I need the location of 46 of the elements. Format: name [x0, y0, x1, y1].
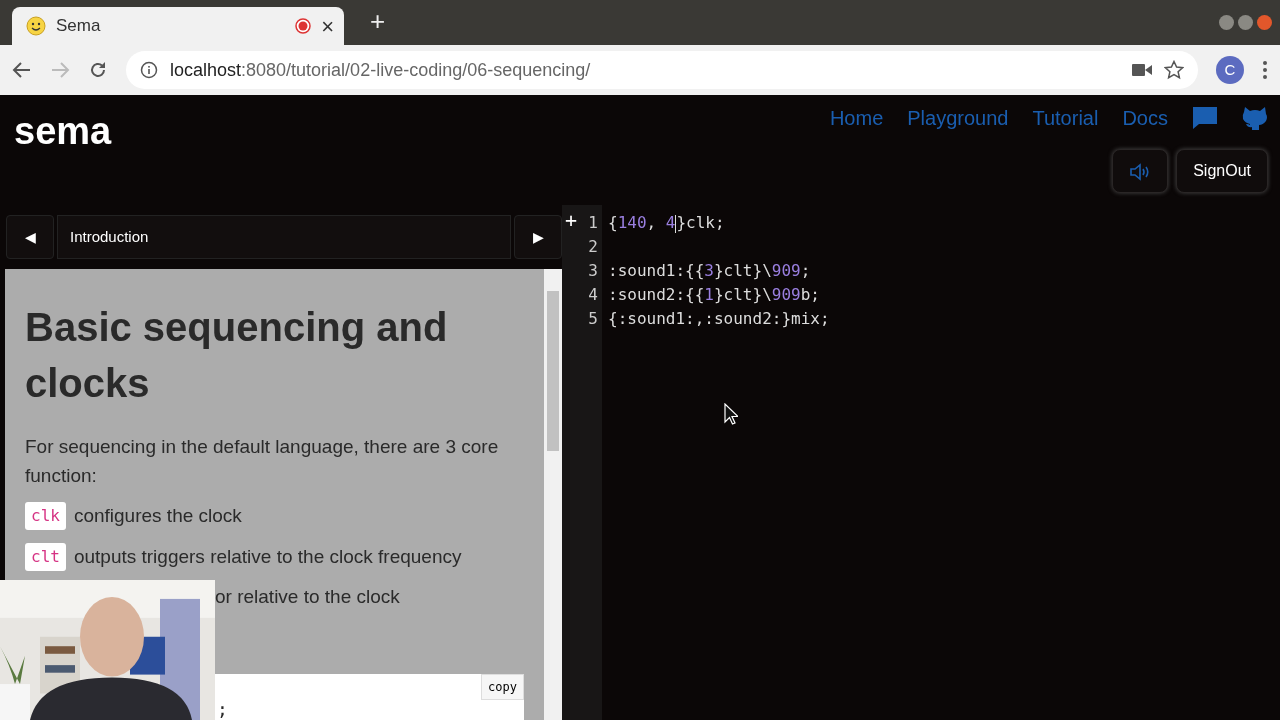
mouse-pointer-icon: [724, 403, 738, 425]
url-text: localhost:8080/tutorial/02-live-coding/06-sequencing/: [170, 58, 592, 82]
line-number: 3: [588, 261, 598, 280]
tab-title: Sema: [56, 15, 102, 38]
browser-tab[interactable]: Sema ×: [12, 7, 344, 45]
address-bar[interactable]: localhost:8080/tutorial/02-live-coding/06-sequencing/: [126, 51, 1198, 89]
smiley-icon: [26, 16, 46, 36]
reload-icon[interactable]: [88, 60, 108, 80]
code-line: {:sound1:,:sound2:}mix;: [608, 308, 831, 330]
intro-paragraph: For sequencing in the default language, there are 3 core function:: [25, 435, 500, 488]
line-number: 2: [588, 237, 598, 256]
tutorial-heading: Basic sequencing and clocks: [25, 304, 449, 407]
previous-button[interactable]: ◀: [6, 215, 54, 259]
star-icon[interactable]: [1164, 60, 1184, 80]
code-text: ;: [217, 700, 228, 720]
code-line: {140, 4}clk;: [608, 212, 726, 235]
sound-button[interactable]: [1112, 149, 1169, 193]
inline-code: clk: [25, 502, 66, 531]
profile-avatar[interactable]: C: [1216, 56, 1244, 84]
line-number: 5: [588, 309, 598, 328]
next-button[interactable]: ▶: [514, 215, 562, 259]
item-description: configures the clock: [73, 504, 242, 528]
info-icon: [140, 61, 158, 79]
close-button[interactable]: [1257, 15, 1272, 30]
minimize-button[interactable]: [1219, 15, 1234, 30]
scrollbar[interactable]: [544, 269, 562, 720]
copy-button[interactable]: copy: [481, 674, 524, 700]
item-description: outputs triggers relative to the clock frequency: [73, 544, 462, 569]
item-description: or relative to the clock: [215, 585, 400, 609]
back-icon[interactable]: [12, 60, 32, 80]
line-number: 4: [588, 285, 598, 304]
chat-icon[interactable]: [1192, 106, 1218, 130]
code-line: :sound1:{{3}clt}\909;: [608, 260, 812, 282]
fold-marker[interactable]: +: [565, 205, 578, 235]
camera-icon[interactable]: [1132, 63, 1152, 77]
menu-icon[interactable]: [1262, 60, 1268, 80]
signout-button[interactable]: SignOut: [1176, 149, 1268, 193]
chapter-title: Introduction: [57, 215, 511, 259]
new-tab-button[interactable]: +: [370, 2, 386, 41]
github-icon[interactable]: [1242, 105, 1268, 131]
site-logo[interactable]: sema: [14, 103, 112, 205]
tab-close-button[interactable]: ×: [321, 9, 334, 43]
code-line: :sound2:{{1}clt}\909b;: [608, 284, 821, 306]
maximize-button[interactable]: [1238, 15, 1253, 30]
inline-code: clt: [25, 542, 66, 571]
line-number: 1: [588, 213, 598, 232]
